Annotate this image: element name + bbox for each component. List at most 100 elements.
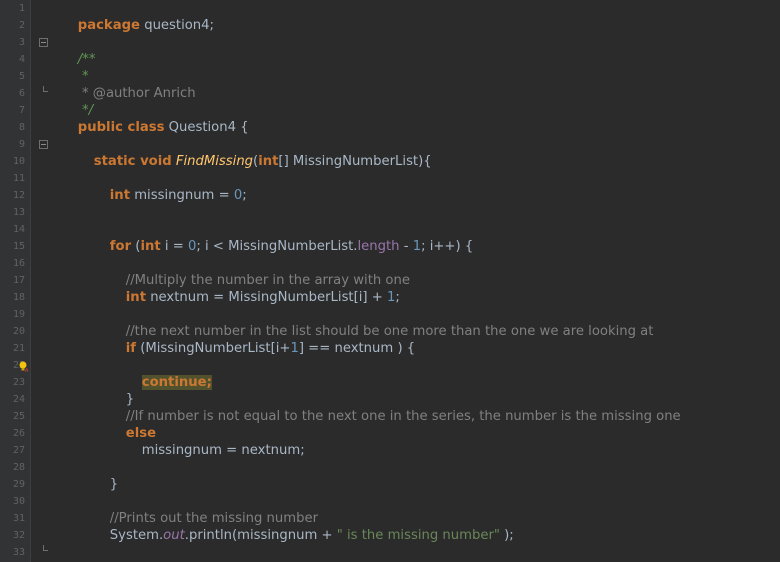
code-text: (MissingNumberList[i+ [136,341,291,356]
line-number: 20 [12,326,25,337]
code-line-30[interactable]: //Prints out the missing number [93,493,318,526]
code-text: ; i < MissingNumberList. [196,239,358,254]
code-text: .println(missingnum + [184,528,337,543]
svg-text:A: A [25,368,29,372]
line-number: 24 [12,394,25,405]
line-number: 19 [12,309,25,320]
line-number: 27 [12,445,25,456]
code-line-33[interactable]: } [77,544,102,561]
code-text: nextnum = MissingNumberList[i] + [146,290,387,305]
line-number: 3 [18,37,25,48]
code-line-23[interactable]: } [109,374,134,407]
code-text: missingnum = [130,188,234,203]
code-line-25[interactable]: else [109,408,156,441]
keyword: static void [93,154,172,169]
line-number: 15 [12,241,25,252]
code-line-17[interactable]: int nextnum = MissingNumberList[i] + 1; [109,272,400,305]
keyword: int [125,290,146,305]
keyword: for [109,239,132,254]
code-line-20[interactable]: if (MissingNumberList[i+1] == nextnum ) … [109,323,415,356]
code-text: ; i++) { [421,239,474,254]
code-text: question4; [140,18,214,33]
code-line-1[interactable]: package question4; [61,0,214,33]
keyword: public class [77,120,165,135]
code-line-16[interactable]: //Multiply the number in the array with … [109,255,410,288]
line-number: 5 [18,71,25,82]
code-line-22[interactable]: continue; [125,357,212,390]
code-line-5[interactable]: * @author Anrich [61,68,196,101]
code-text: ] == nextnum ) { [298,341,416,356]
code-text: ); [499,528,514,543]
keyword: int [109,188,130,203]
fold-end-icon [43,86,48,92]
line-number: 21 [12,343,25,354]
code-editor[interactable]: 1 2 3 4 5 6 7 8 9 10 11 12 13 14 15 16 17 18 19 20 21 22 23 24 2… [0,0,780,562]
keyword: package [77,18,140,33]
code-line-7[interactable]: public class Question4 { [61,102,249,135]
line-number: 1 [18,3,25,14]
number-literal: 0 [233,188,243,203]
code-text: - [399,239,413,254]
code-line-31[interactable]: System.out.println(missingnum + " is the… [93,510,514,543]
fold-strip [31,0,51,562]
line-number: 14 [12,224,25,235]
code-line-28[interactable]: } [93,459,118,492]
code-text: System. [109,528,164,543]
line-number: 33 [12,547,25,558]
code-line-26[interactable]: missingnum = nextnum; [125,425,305,458]
line-number: 10 [12,156,25,167]
line-number: 30 [12,496,25,507]
fold-minus-icon[interactable] [39,140,48,149]
code-text: i = [160,239,188,254]
line-number: 6 [18,88,25,99]
doc-comment: * @author Anrich [77,86,196,101]
line-number: 11 [12,173,25,184]
code-text: [] MissingNumberList){ [278,154,432,169]
line-number: 26 [12,428,25,439]
line-number: 23 [12,377,25,388]
string-literal: " is the missing number" [336,528,500,543]
code-line-6[interactable]: */ [61,85,93,118]
line-number: 17 [12,275,25,286]
line-number: 9 [18,139,25,150]
line-number: 8 [18,122,25,133]
number-literal: 1 [290,341,299,356]
static-field: out [163,528,185,543]
fold-minus-icon[interactable] [39,38,48,47]
code-text: missingnum = nextnum; [141,443,305,458]
keyword: if [125,341,137,356]
number-literal: 1 [412,239,422,254]
code-text: Question4 { [164,120,249,135]
field-name: length [357,239,400,254]
code-text: ; [242,188,247,203]
line-number: 7 [18,105,25,116]
code-line-19[interactable]: //the next number in the list should be … [109,306,654,339]
code-line-9[interactable]: static void FindMissing(int[] MissingNum… [77,136,432,169]
line-number: 12 [12,190,25,201]
code-line-4[interactable]: * [61,51,89,84]
code-line-11[interactable]: int missingnum = 0; [93,170,247,203]
line-number: 4 [18,54,25,65]
line-number: 18 [12,292,25,303]
line-number: 25 [12,411,25,422]
line-number: 32 [12,530,25,541]
line-number: 28 [12,462,25,473]
line-number: 16 [12,258,25,269]
line-number: 13 [12,207,25,218]
fold-end-icon [43,545,48,551]
highlighted-keyword: continue; [141,375,212,390]
code-line-3[interactable]: /** [61,34,96,67]
code-line-14[interactable]: for (int i = 0; i < MissingNumberList.le… [93,221,473,254]
lightbulb-icon[interactable]: A [18,361,29,372]
keyword: int [258,154,279,169]
keyword: int [140,239,161,254]
line-number: 31 [12,513,25,524]
code-text: } [109,477,119,492]
code-text: ; [395,290,400,305]
line-number-gutter[interactable]: 1 2 3 4 5 6 7 8 9 10 11 12 13 14 15 16 17 18 19 20 21 22 23 24 2… [0,0,31,562]
line-number: 29 [12,479,25,490]
line-number: 2 [18,20,25,31]
method-name: FindMissing [175,154,254,169]
line-comment: //If number is not equal to the next one… [125,409,681,424]
code-line-24[interactable]: //If number is not equal to the next one… [109,391,681,424]
